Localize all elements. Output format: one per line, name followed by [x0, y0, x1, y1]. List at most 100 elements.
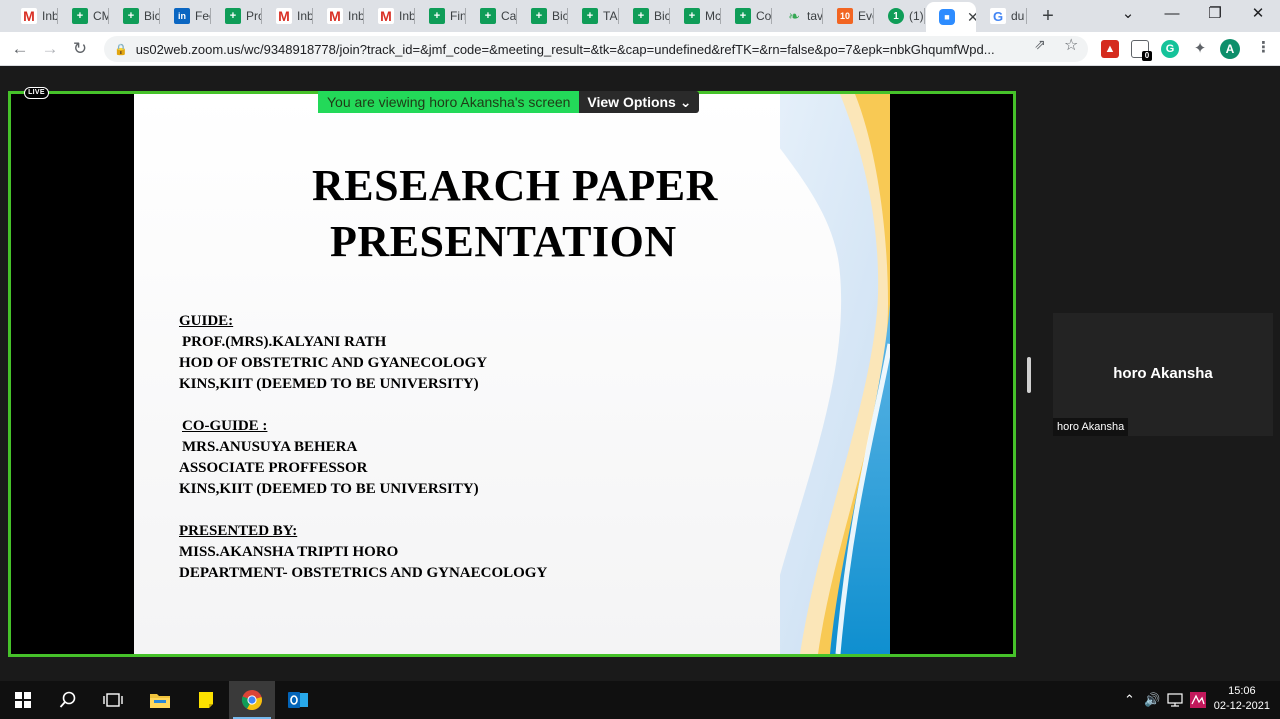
browser-tab-label: TA — [603, 9, 618, 23]
grammarly-icon[interactable]: G — [1161, 40, 1179, 58]
browser-tab[interactable]: + Bic — [110, 4, 160, 28]
maximize-button[interactable]: ❐ — [1193, 0, 1237, 30]
browser-tab[interactable]: M Inb — [263, 4, 313, 28]
search-icon[interactable] — [45, 681, 91, 719]
guide-name: PROF.(MRS).KALYANI RATH — [182, 334, 387, 350]
browser-tab[interactable]: M Inb — [314, 4, 364, 28]
browser-tab[interactable]: 10 Eve — [824, 4, 874, 28]
kebab-menu-icon[interactable]: ⋮ — [1256, 38, 1271, 56]
gmail-favicon-icon: M — [276, 8, 292, 24]
windows-taskbar: ⌃ 🔊 15:06 02-12-2021 — [0, 681, 1280, 719]
sticky-notes-icon[interactable] — [183, 681, 229, 719]
browser-tab[interactable]: + Pro — [212, 4, 262, 28]
browser-tab[interactable]: + Bic — [518, 4, 568, 28]
browser-tab-label: Inb — [348, 9, 364, 23]
panel-resize-handle[interactable] — [1027, 357, 1031, 393]
gmail-favicon-icon: M — [327, 8, 343, 24]
coguide-heading: CO-GUIDE : — [182, 418, 268, 434]
windows-start-icon[interactable] — [0, 681, 46, 719]
network-icon[interactable] — [1167, 681, 1183, 719]
browser-tab-label: (1) — [909, 9, 924, 23]
browser-tab-strip: MInb+CM+BicinFee+ProMInbMInbMInb+Fin+Ca+… — [0, 0, 1280, 32]
slide-title-line2: PRESENTATION — [330, 217, 677, 266]
leaf-favicon-icon: ❧ — [788, 7, 800, 24]
clock-date: 02-12-2021 — [1213, 700, 1270, 712]
back-arrow-icon[interactable]: ← — [7, 36, 33, 62]
sheet-favicon-icon: + — [480, 8, 496, 24]
browser-tab[interactable]: + CM — [59, 4, 109, 28]
browser-tab[interactable]: + Co — [722, 4, 772, 28]
browser-tab[interactable]: + Mc — [671, 4, 721, 28]
browser-tab[interactable]: in Fee — [161, 4, 211, 28]
system-clock[interactable]: 15:06 02-12-2021 — [1214, 684, 1270, 714]
browser-tab-label: du — [1011, 9, 1025, 23]
browser-tab-label: Fin — [450, 9, 466, 23]
language-ime-icon[interactable] — [1190, 681, 1206, 719]
minimize-button[interactable]: — — [1150, 0, 1194, 30]
extensions-puzzle-icon[interactable]: ✦ — [1191, 40, 1209, 58]
browser-tab[interactable]: 1 (1) — [875, 4, 925, 28]
presentation-slide: RESEARCH PAPER PRESENTATION GUIDE: PROF.… — [134, 94, 890, 654]
google-favicon-icon: G — [990, 8, 1006, 24]
browser-tab-label: Mc — [705, 9, 721, 23]
chrome-taskbar-icon[interactable] — [229, 681, 275, 719]
browser-tab-label: Co — [756, 9, 772, 23]
num-favicon-icon: 10 — [837, 8, 853, 24]
browser-toolbar: ← → ↻ 🔒 us02web.zoom.us/wc/9348918778/jo… — [0, 32, 1280, 66]
browser-tab-label: Bic — [552, 9, 568, 23]
zoom-favicon-icon: ■ — [939, 9, 955, 25]
browser-tab[interactable]: + TA — [569, 4, 619, 28]
viewing-banner: You are viewing horo Akansha's screen Vi… — [318, 91, 700, 113]
coguide-org: KINS,KIIT (DEEMED TO BE UNIVERSITY) — [179, 481, 479, 497]
browser-tab[interactable]: + Fin — [416, 4, 466, 28]
browser-tab-label: Ca — [501, 9, 517, 23]
pdf-extension-icon[interactable]: ▲ — [1101, 40, 1119, 58]
outlook-icon[interactable] — [275, 681, 321, 719]
viewing-banner-text: You are viewing horo Akansha's screen — [318, 91, 580, 113]
bookmark-star-icon[interactable]: ☆ — [1064, 35, 1078, 55]
browser-tab[interactable]: M Inb — [365, 4, 415, 28]
one-favicon-icon: 1 — [888, 8, 904, 24]
browser-tab-label: tav — [807, 9, 823, 23]
live-badge: LIVE — [24, 87, 49, 99]
link-extension-icon[interactable]: 0 — [1131, 40, 1152, 61]
guide-heading: GUIDE: — [179, 313, 234, 329]
show-hidden-icons-chevron[interactable]: ⌃ — [1124, 681, 1135, 719]
file-explorer-icon[interactable] — [137, 681, 183, 719]
volume-icon[interactable]: 🔊 — [1144, 681, 1160, 719]
lock-icon: 🔒 — [114, 43, 128, 56]
forward-arrow-icon[interactable]: → — [37, 36, 63, 62]
share-icon[interactable]: ⇗ — [1034, 36, 1046, 53]
extension-badge: 0 — [1142, 51, 1152, 61]
sheet-favicon-icon: + — [531, 8, 547, 24]
guide-role: HOD OF OBSTETRIC AND GYANECOLOGY — [179, 355, 488, 371]
browser-tab[interactable]: + Ca — [467, 4, 517, 28]
sheet-favicon-icon: + — [72, 8, 88, 24]
new-tab-button[interactable]: + — [1036, 5, 1060, 27]
coguide-name: MRS.ANUSUYA BEHERA — [182, 439, 358, 455]
sheet-favicon-icon: + — [582, 8, 598, 24]
browser-tab[interactable]: Gdu — [977, 4, 1027, 28]
view-options-button[interactable]: View Options ⌄ — [579, 91, 700, 113]
browser-tab[interactable]: ❧ tav — [773, 4, 823, 28]
tab-search-chevron-icon[interactable]: ⌄ — [1106, 0, 1150, 30]
sheet-favicon-icon: + — [735, 8, 751, 24]
browser-tab-label: Inb — [399, 9, 415, 23]
browser-tab[interactable]: + Bic — [620, 4, 670, 28]
coguide-role: ASSOCIATE PROFFESSOR — [179, 460, 368, 476]
participant-video-tile[interactable]: horo Akansha horo Akansha — [1053, 313, 1273, 436]
browser-tab-label: Bic — [654, 9, 670, 23]
task-view-icon[interactable] — [90, 681, 136, 719]
presenter-department: DEPARTMENT- OBSTETRICS AND GYNAECOLOGY — [179, 565, 548, 581]
browser-tab[interactable]: M Inb — [8, 4, 58, 28]
browser-tab-label: CM — [93, 9, 109, 23]
reload-icon[interactable]: ↻ — [67, 36, 93, 62]
profile-avatar[interactable]: A — [1220, 39, 1240, 59]
guide-org: KINS,KIIT (DEEMED TO BE UNIVERSITY) — [179, 376, 479, 392]
close-window-button[interactable]: ✕ — [1236, 0, 1280, 30]
participant-name-label: horo Akansha — [1053, 418, 1129, 436]
browser-tab-label: Inb — [42, 9, 58, 23]
close-tab-icon[interactable]: ✕ — [967, 9, 976, 26]
address-bar[interactable]: 🔒 us02web.zoom.us/wc/9348918778/join?tra… — [104, 36, 1088, 62]
browser-tab[interactable]: ■ ✕ — [926, 2, 976, 32]
